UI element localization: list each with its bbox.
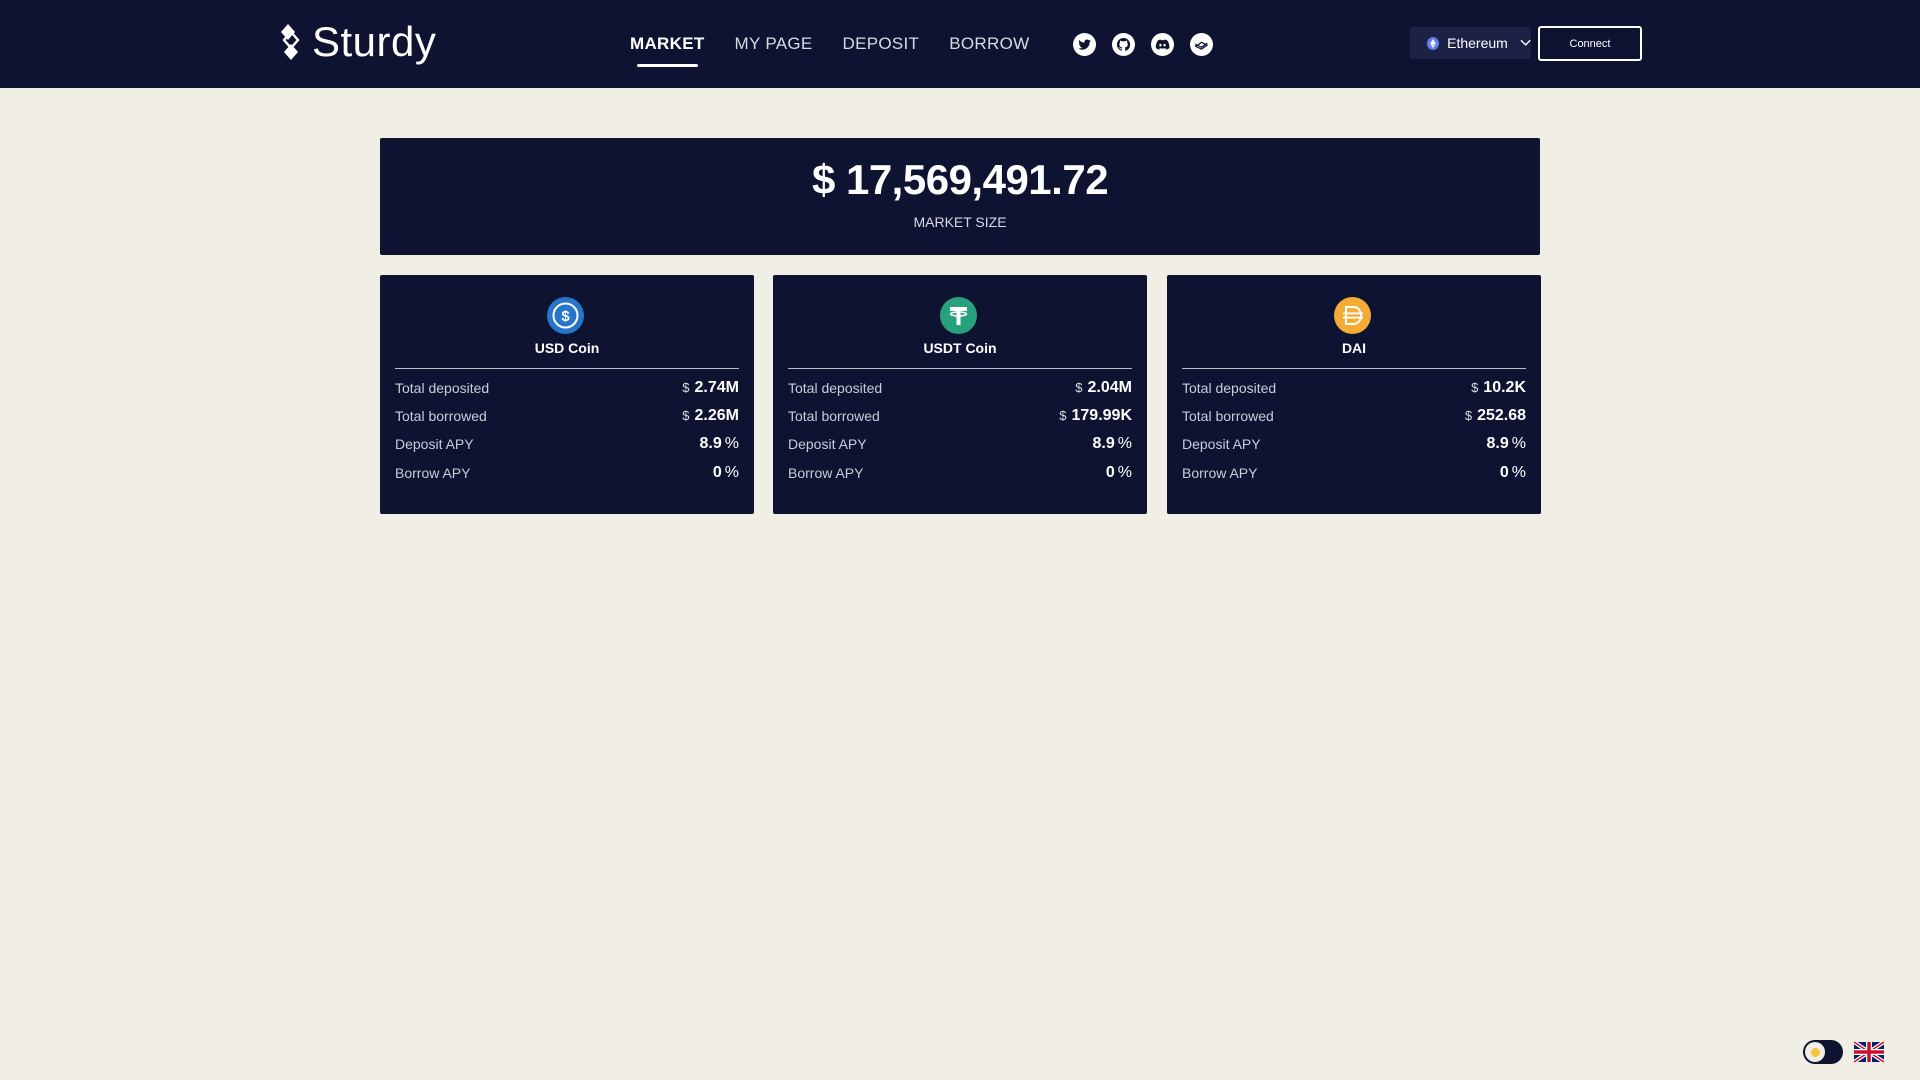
usdt-icon — [940, 297, 977, 334]
total-borrowed-value: $179.99K — [1059, 407, 1132, 425]
borrow-apy-value: 0% — [1500, 464, 1526, 482]
borrowed-amount: 179.99K — [1071, 407, 1133, 424]
percent-symbol: % — [1117, 435, 1132, 452]
github-icon[interactable] — [1112, 33, 1135, 56]
deposited-amount: 2.04M — [1087, 379, 1132, 396]
total-borrowed-label: Total borrowed — [395, 408, 487, 424]
nav-item-deposit[interactable]: DEPOSIT — [843, 32, 920, 56]
deposit-apy-row: Deposit APY 8.9% — [1182, 434, 1526, 454]
social-links — [1073, 33, 1213, 56]
deposit-apy-number: 8.9 — [1092, 435, 1115, 452]
total-borrowed-value: $2.26M — [682, 407, 739, 425]
deposit-apy-value: 8.9% — [1487, 435, 1526, 453]
card-divider — [395, 368, 739, 369]
currency-symbol: $ — [1471, 380, 1479, 395]
total-borrowed-label: Total borrowed — [788, 408, 880, 424]
deposit-apy-label: Deposit APY — [1182, 436, 1261, 452]
deposit-apy-label: Deposit APY — [395, 436, 474, 452]
sun-icon — [1805, 1042, 1825, 1062]
total-deposited-label: Total deposited — [1182, 380, 1277, 396]
asset-name: USD Coin — [534, 340, 600, 356]
twitter-icon[interactable] — [1073, 33, 1096, 56]
percent-symbol: % — [1511, 464, 1526, 481]
svg-text:$: $ — [561, 308, 570, 325]
asset-card-usdt[interactable]: USDT Coin Total deposited $2.04M Total b… — [773, 275, 1147, 514]
connect-wallet-button[interactable]: Connect — [1538, 26, 1642, 61]
chevron-down-icon — [1520, 39, 1531, 46]
market-size-label: MARKET SIZE — [913, 214, 1007, 230]
borrow-apy-number: 0 — [1499, 464, 1509, 481]
deposit-apy-label: Deposit APY — [788, 436, 867, 452]
total-deposited-row: Total deposited $10.2K — [1182, 378, 1526, 398]
deposit-apy-row: Deposit APY 8.9% — [395, 434, 739, 454]
borrow-apy-label: Borrow APY — [1182, 465, 1258, 481]
top-nav-bar: Sturdy MARKET MY PAGE DEPOSIT BORROW Eth… — [0, 0, 1920, 88]
market-size-value: $ 17,569,491.72 — [811, 156, 1109, 203]
borrow-apy-row: Borrow APY 0% — [395, 463, 739, 483]
card-divider — [1182, 368, 1526, 369]
asset-name: USDT Coin — [923, 340, 997, 356]
total-deposited-label: Total deposited — [788, 380, 883, 396]
discord-icon[interactable] — [1151, 33, 1174, 56]
market-size-panel: $ 17,569,491.72 MARKET SIZE — [380, 138, 1540, 255]
borrow-apy-value: 0% — [713, 464, 739, 482]
main-nav: MARKET MY PAGE DEPOSIT BORROW — [630, 32, 1059, 67]
borrowed-amount: 252.68 — [1477, 407, 1526, 424]
borrow-apy-number: 0 — [1105, 464, 1115, 481]
total-borrowed-row: Total borrowed $252.68 — [1182, 406, 1526, 426]
asset-card-dai[interactable]: DAI Total deposited $10.2K Total borrowe… — [1167, 275, 1541, 514]
deposited-amount: 2.74M — [694, 379, 739, 396]
currency-symbol: $ — [1464, 408, 1473, 423]
deposit-apy-number: 8.9 — [1486, 435, 1509, 452]
sturdy-logo[interactable]: Sturdy — [278, 18, 436, 66]
total-deposited-value: $10.2K — [1471, 379, 1526, 397]
card-divider — [788, 368, 1132, 369]
asset-card-usdc[interactable]: $ USD Coin Total deposited $2.74M Total … — [380, 275, 754, 514]
currency-symbol: $ — [682, 408, 690, 423]
borrow-apy-row: Borrow APY 0% — [1182, 463, 1526, 483]
borrow-apy-value: 0% — [1106, 464, 1132, 482]
deposit-apy-number: 8.9 — [699, 435, 722, 452]
nav-item-market[interactable]: MARKET — [630, 32, 705, 67]
percent-symbol: % — [724, 464, 739, 481]
borrow-apy-number: 0 — [712, 464, 722, 481]
total-deposited-row: Total deposited $2.04M — [788, 378, 1132, 398]
total-borrowed-value: $252.68 — [1465, 407, 1526, 425]
uk-flag-icon[interactable] — [1854, 1041, 1884, 1063]
deposited-amount: 10.2K — [1483, 379, 1526, 396]
ethereum-icon — [1427, 36, 1440, 50]
nav-item-borrow[interactable]: BORROW — [949, 32, 1029, 56]
sturdy-logo-icon — [281, 24, 300, 60]
borrowed-amount: 2.26M — [694, 407, 739, 424]
borrow-apy-label: Borrow APY — [788, 465, 864, 481]
currency-symbol: $ — [1059, 408, 1067, 423]
percent-symbol: % — [1511, 435, 1526, 452]
total-borrowed-row: Total borrowed $2.26M — [395, 406, 739, 426]
deposit-apy-value: 8.9% — [1093, 435, 1132, 453]
borrow-apy-label: Borrow APY — [395, 465, 471, 481]
network-label: Ethereum — [1447, 35, 1508, 51]
total-deposited-label: Total deposited — [395, 380, 490, 396]
nav-item-my-page[interactable]: MY PAGE — [735, 32, 813, 56]
usdc-icon: $ — [547, 297, 584, 334]
percent-symbol: % — [724, 435, 739, 452]
total-borrowed-label: Total borrowed — [1182, 408, 1274, 424]
deposit-apy-value: 8.9% — [700, 435, 739, 453]
total-deposited-row: Total deposited $2.74M — [395, 378, 739, 398]
gitbook-icon[interactable] — [1190, 33, 1213, 56]
theme-toggle[interactable] — [1803, 1040, 1843, 1064]
percent-symbol: % — [1117, 464, 1132, 481]
network-selector[interactable]: Ethereum — [1410, 27, 1531, 59]
currency-symbol: $ — [682, 380, 690, 395]
deposit-apy-row: Deposit APY 8.9% — [788, 434, 1132, 454]
currency-symbol: $ — [1075, 380, 1083, 395]
logo-text: Sturdy — [312, 18, 437, 65]
dai-icon — [1334, 297, 1371, 334]
total-deposited-value: $2.74M — [682, 379, 739, 397]
total-deposited-value: $2.04M — [1075, 379, 1132, 397]
borrow-apy-row: Borrow APY 0% — [788, 463, 1132, 483]
total-borrowed-row: Total borrowed $179.99K — [788, 406, 1132, 426]
asset-name: DAI — [1341, 340, 1367, 356]
